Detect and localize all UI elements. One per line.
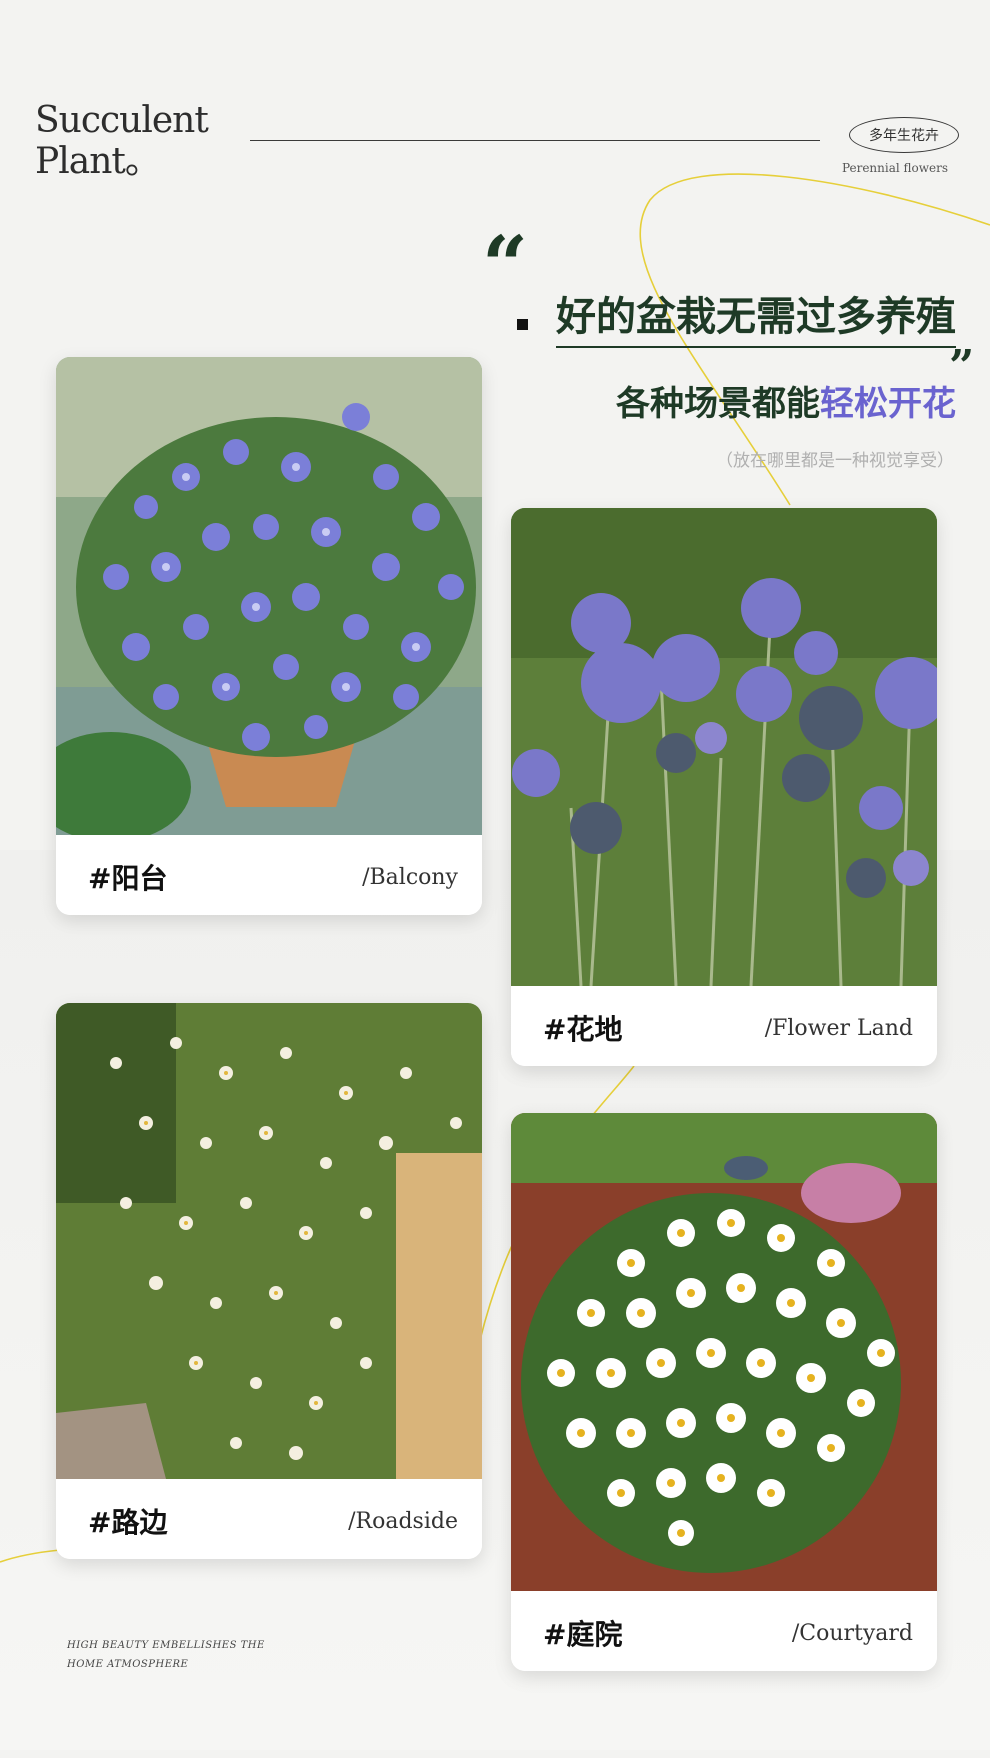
- card-tag-zh: #花地: [543, 1013, 623, 1046]
- card-label: #阳台 /Balcony: [56, 835, 482, 915]
- card-tag-en: /Roadside: [348, 1509, 458, 1534]
- category-badge: 多年生花卉: [849, 117, 959, 153]
- headline-line-1: 好的盆栽无需过多养殖: [556, 284, 956, 348]
- footer-line-2: HOME ATMOSPHERE: [67, 1659, 189, 1670]
- card-tag-zh: #阳台: [88, 862, 168, 895]
- card-label: #庭院 /Courtyard: [511, 1591, 937, 1671]
- headline-subnote: （放在哪里都是一种视觉享受）: [716, 451, 954, 471]
- brand-line-1: Succulent: [35, 100, 209, 141]
- footer-tagline: HIGH BEAUTY EMBELLISHES THE HOME ATMOSPH…: [67, 1636, 265, 1674]
- category-badge-subtitle: Perennial flowers: [841, 161, 949, 175]
- balcony-flower-photo: [56, 357, 482, 835]
- scene-card-flower-land: #花地 /Flower Land: [511, 508, 937, 1066]
- brand-line-2: Plant。: [35, 141, 161, 182]
- card-tag-zh: #路边: [88, 1506, 168, 1539]
- footer-line-1: HIGH BEAUTY EMBELLISHES THE: [67, 1640, 265, 1651]
- card-tag-en: /Balcony: [362, 865, 458, 890]
- card-tag-en: /Flower Land: [764, 1016, 913, 1041]
- scene-card-courtyard: #庭院 /Courtyard: [511, 1113, 937, 1671]
- close-quote-icon: ”: [949, 341, 975, 392]
- card-label: #路边 /Roadside: [56, 1479, 482, 1559]
- card-label: #花地 /Flower Land: [511, 986, 937, 1066]
- courtyard-flower-photo: [511, 1113, 937, 1591]
- card-tag-zh: #庭院: [543, 1618, 623, 1651]
- brand-title: Succulent Plant。: [35, 100, 209, 182]
- roadside-flower-photo: [56, 1003, 482, 1479]
- card-tag-en: /Courtyard: [791, 1621, 913, 1646]
- flower-land-photo: [511, 508, 937, 986]
- headline-line-2-prefix: 各种场景都能: [616, 384, 820, 424]
- scene-card-roadside: #路边 /Roadside: [56, 1003, 482, 1559]
- scene-card-balcony: #阳台 /Balcony: [56, 357, 482, 915]
- headline-line-2-highlight: 轻松开花: [820, 384, 956, 424]
- header-divider: [250, 140, 820, 141]
- open-quote-icon: “: [482, 218, 529, 312]
- bullet-square-icon: [517, 319, 528, 330]
- headline-line-2: 各种场景都能轻松开花: [616, 376, 956, 425]
